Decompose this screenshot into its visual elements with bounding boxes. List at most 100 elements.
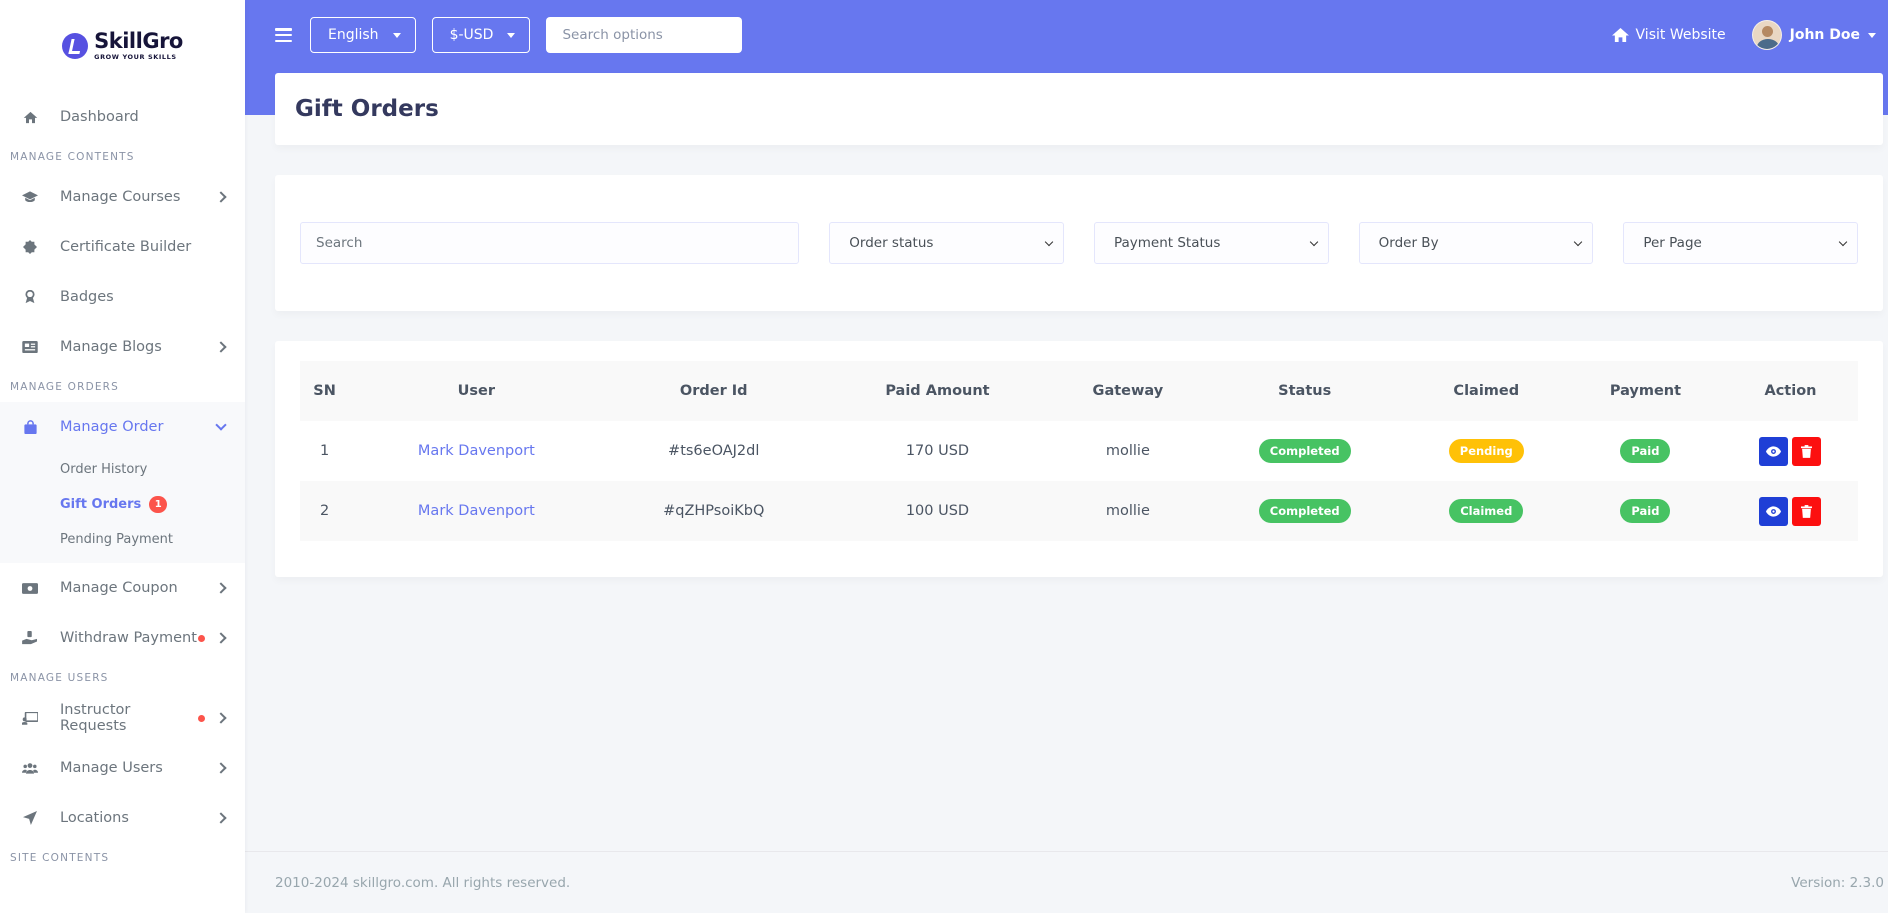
sidebar-item-label: Withdraw Payment — [60, 630, 197, 646]
claimed-badge: Claimed — [1449, 499, 1524, 523]
cell-payment: Paid — [1568, 421, 1723, 481]
caret-down-icon — [1868, 32, 1876, 38]
search-options-input[interactable] — [546, 17, 743, 53]
payment-badge: Paid — [1620, 499, 1671, 523]
eye-icon — [1766, 505, 1782, 517]
caret-down-icon — [507, 32, 516, 38]
users-icon — [22, 761, 38, 775]
home-icon — [1611, 27, 1629, 43]
table-body: 1 Mark Davenport #ts6eOAJ2dl 170 USD mollie C… — [300, 421, 1858, 541]
sidebar-item-manage-users[interactable]: Manage Users — [0, 743, 245, 793]
cell-paid-amount: 170 USD — [905, 443, 970, 459]
chevron-right-icon — [215, 632, 227, 644]
sidebar-item-label: Manage Courses — [60, 189, 181, 205]
delete-button[interactable] — [1792, 436, 1822, 466]
action-buttons — [1759, 436, 1822, 466]
order-status-select[interactable]: Order status — [829, 222, 1064, 264]
menu-header-site-contents: SITE CONTENTS — [10, 852, 110, 864]
sidebar-item-instructor-requests[interactable]: Instructor Requests — [0, 693, 245, 743]
payment-status-select[interactable]: Payment Status — [1093, 222, 1329, 264]
award-icon — [22, 290, 38, 304]
chevron-down-icon — [215, 419, 227, 431]
sidebar: SkillGro GROW YOUR SKILLS Dashboard MANAG… — [0, 0, 245, 913]
sidebar-item-label: Manage Order — [60, 419, 164, 435]
sidebar-subitem-order-history[interactable]: Order History — [0, 452, 245, 487]
column-header-user: User — [349, 361, 604, 421]
chevron-right-icon — [215, 341, 227, 353]
sidebar-subitem-label: Order History — [60, 462, 148, 477]
chevron-down-icon — [1574, 237, 1583, 246]
cell-order-id: #ts6eOAJ2dl — [668, 443, 760, 459]
menu-header-manage-orders: MANAGE ORDERS — [10, 381, 120, 393]
sidebar-subitem-pending-payment[interactable]: Pending Payment — [0, 522, 245, 557]
per-page-select[interactable]: Per Page — [1623, 222, 1859, 264]
cell-action — [1722, 481, 1858, 541]
filter-card: Order status Payment Status Order By Per… — [275, 175, 1883, 311]
visit-website-link[interactable]: Visit Website — [1611, 27, 1726, 43]
action-buttons — [1759, 496, 1822, 526]
cell-order-id: #qZHPsoiKbQ — [603, 481, 824, 541]
sidebar-item-certificate-builder[interactable]: Certificate Builder — [0, 222, 245, 272]
sidebar-item-withdraw-payment[interactable]: Withdraw Payment — [0, 613, 245, 663]
menu-toggle-icon[interactable] — [275, 28, 292, 42]
sidebar-item-label: Badges — [60, 289, 114, 305]
sidebar-item-manage-coupon[interactable]: Manage Coupon — [0, 563, 245, 613]
sidebar-item-manage-order[interactable]: Manage Order — [0, 402, 245, 452]
column-header-claimed: Claimed — [1404, 361, 1568, 421]
caret-down-icon — [392, 32, 401, 38]
table-row: 1 Mark Davenport #ts6eOAJ2dl 170 USD mollie C… — [300, 421, 1858, 481]
status-badge: Completed — [1258, 499, 1351, 523]
sidebar-item-label: Dashboard — [60, 109, 139, 125]
cell-payment: Paid — [1567, 481, 1723, 541]
sidebar-item-label: Locations — [60, 810, 129, 826]
home-icon — [22, 110, 38, 124]
sidebar-item-label: Manage Coupon — [60, 580, 178, 596]
chevron-right-icon — [215, 191, 227, 203]
order-status-select-value: Order status — [849, 235, 934, 251]
sidebar-item-label: Instructor Requests — [60, 702, 131, 734]
sidebar-subitem-gift-orders[interactable]: Gift Orders 1 — [0, 487, 245, 522]
location-arrow-icon — [22, 811, 38, 825]
sidebar-item-locations[interactable]: Locations — [0, 793, 245, 843]
language-select[interactable]: English — [310, 17, 416, 53]
payment-status-select-value: Payment Status — [1113, 235, 1221, 251]
menu-header-manage-users: MANAGE USERS — [10, 672, 109, 684]
cell-status: Completed — [1204, 481, 1405, 541]
sidebar-item-badges[interactable]: Badges — [0, 272, 245, 322]
chevron-right-icon — [215, 762, 227, 774]
search-input[interactable] — [300, 222, 800, 264]
order-by-select[interactable]: Order By — [1358, 222, 1594, 264]
graduation-cap-icon — [22, 190, 38, 204]
chalkboard-icon — [22, 711, 38, 725]
cell-user: Mark Davenport — [349, 421, 603, 481]
brand-name: SkillGro — [94, 29, 183, 54]
trash-icon — [1801, 444, 1813, 458]
count-badge: 1 — [149, 496, 168, 513]
menu-header-manage-contents: MANAGE CONTENTS — [10, 151, 135, 163]
submenu-manage-order: Order History Gift Orders 1 Pending Payment — [0, 452, 245, 563]
sidebar-item-label: Certificate Builder — [60, 239, 192, 255]
sidebar-subitem-label: Pending Payment — [60, 532, 174, 547]
view-button[interactable] — [1759, 496, 1789, 526]
column-header-action: Action — [1722, 361, 1858, 421]
per-page-select-value: Per Page — [1643, 235, 1702, 251]
brand-logo[interactable]: SkillGro GROW YOUR SKILLS — [0, 0, 245, 92]
user-link[interactable]: Mark Davenport — [418, 443, 535, 459]
newspaper-icon — [22, 340, 38, 354]
sidebar-item-label: Manage Blogs — [60, 339, 162, 355]
footer: 2010-2024 skillgro.com. All rights reser… — [245, 851, 1888, 913]
cell-user: Mark Davenport — [349, 481, 604, 541]
user-link[interactable]: Mark Davenport — [418, 503, 535, 519]
delete-button[interactable] — [1792, 496, 1822, 526]
view-button[interactable] — [1759, 436, 1789, 466]
user-menu[interactable]: John Doe — [1751, 20, 1876, 50]
sidebar-item-dashboard[interactable]: Dashboard — [0, 92, 245, 142]
cell-claimed: Claimed — [1404, 481, 1568, 541]
currency-select[interactable]: $-USD — [431, 17, 531, 53]
table-header-row: SN User Order Id Paid Amount Gateway Status Cl… — [300, 361, 1858, 421]
notification-dot — [198, 714, 205, 722]
sidebar-item-manage-courses[interactable]: Manage Courses — [0, 172, 245, 222]
orders-table: SN User Order Id Paid Amount Gateway Status Cl… — [300, 361, 1858, 541]
chevron-right-icon — [215, 712, 227, 724]
sidebar-item-manage-blogs[interactable]: Manage Blogs — [0, 322, 245, 372]
